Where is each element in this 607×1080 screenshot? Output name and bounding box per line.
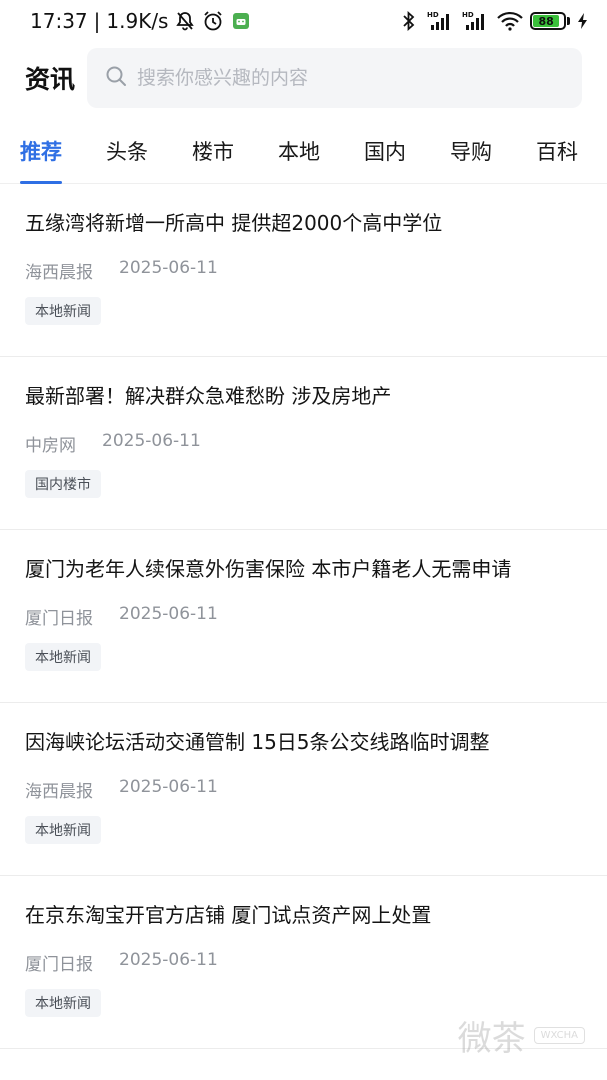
news-title: 因海峡论坛活动交通管制 15日5条公交线路临时调整 <box>25 730 490 754</box>
tab-encyclopedia[interactable]: 百科 <box>536 122 578 184</box>
news-list: 五缘湾将新增一所高中 提供超2000个高中学位 海西晨报 2025-06-11 … <box>0 184 607 1049</box>
tab-property[interactable]: 楼市 <box>192 122 234 184</box>
news-date: 2025-06-11 <box>119 604 218 624</box>
status-bar: 17:37 | 1.9K/s HD HD 88 <box>0 0 607 42</box>
news-title: 在京东淘宝开官方店铺 厦门试点资产网上处置 <box>25 903 432 927</box>
news-meta: 海西晨报 2025-06-11 <box>25 258 582 283</box>
bluetooth-icon <box>398 10 420 32</box>
watermark-text: 微茶 <box>457 1019 526 1059</box>
news-title: 五缘湾将新增一所高中 提供超2000个高中学位 <box>25 211 443 235</box>
news-item[interactable]: 五缘湾将新增一所高中 提供超2000个高中学位 海西晨报 2025-06-11 … <box>0 184 607 357</box>
news-meta: 海西晨报 2025-06-11 <box>25 777 582 802</box>
news-source: 厦门日报 <box>25 609 93 629</box>
category-tabs: 推荐 头条 楼市 本地 国内 导购 百科 <box>0 122 607 184</box>
news-tag: 本地新闻 <box>25 989 101 1017</box>
news-meta: 厦门日报 2025-06-11 <box>25 950 582 975</box>
battery-icon: 88 <box>530 12 570 30</box>
news-item[interactable]: 最新部署！解决群众急难愁盼 涉及房地产 中房网 2025-06-11 国内楼市 <box>0 357 607 530</box>
news-tag: 国内楼市 <box>25 470 101 498</box>
signal-hd-label-1: HD <box>427 11 439 19</box>
wifi-icon <box>497 10 523 32</box>
tab-shopping-guide[interactable]: 导购 <box>450 122 492 184</box>
signal-hd-label-2: HD <box>462 11 474 19</box>
battery-fill: 88 <box>533 14 560 28</box>
status-right: HD HD 88 <box>398 10 589 32</box>
news-title: 最新部署！解决群众急难愁盼 涉及房地产 <box>25 384 392 408</box>
signal-hd-icon: HD <box>462 10 490 32</box>
news-source: 中房网 <box>25 436 76 456</box>
news-title: 厦门为老年人续保意外伤害保险 本市户籍老人无需申请 <box>25 557 512 581</box>
search-box[interactable] <box>87 48 582 108</box>
watermark: 微茶 WXCHA <box>458 1011 585 1060</box>
android-app-icon <box>230 10 252 32</box>
tab-recommend[interactable]: 推荐 <box>20 122 62 184</box>
news-date: 2025-06-11 <box>119 777 218 797</box>
news-date: 2025-06-11 <box>119 258 218 278</box>
news-tag: 本地新闻 <box>25 643 101 671</box>
news-tag: 本地新闻 <box>25 816 101 844</box>
battery-body: 88 <box>530 12 566 30</box>
news-source: 海西晨报 <box>25 782 93 802</box>
tab-local[interactable]: 本地 <box>278 122 320 184</box>
alarm-icon <box>202 10 224 32</box>
news-meta: 中房网 2025-06-11 <box>25 431 582 456</box>
page-title: 资讯 <box>25 65 76 94</box>
news-meta: 厦门日报 2025-06-11 <box>25 604 582 629</box>
news-source: 海西晨报 <box>25 263 93 283</box>
status-time: 17:37 <box>30 9 88 33</box>
mute-bell-icon <box>174 10 196 32</box>
charging-icon <box>577 10 589 32</box>
status-left: 17:37 | 1.9K/s <box>30 9 252 33</box>
news-item[interactable]: 厦门为老年人续保意外伤害保险 本市户籍老人无需申请 厦门日报 2025-06-1… <box>0 530 607 703</box>
signal-hd-icon: HD <box>427 10 455 32</box>
battery-tip <box>567 17 570 25</box>
news-source: 厦门日报 <box>25 955 93 975</box>
news-tag: 本地新闻 <box>25 297 101 325</box>
news-date: 2025-06-11 <box>102 431 201 451</box>
network-speed: 1.9K/s <box>106 9 169 33</box>
search-input[interactable] <box>137 67 557 89</box>
header: 资讯 <box>0 48 607 108</box>
search-icon <box>105 65 127 91</box>
tab-headlines[interactable]: 头条 <box>106 122 148 184</box>
battery-level: 88 <box>538 14 554 28</box>
tab-domestic[interactable]: 国内 <box>364 122 406 184</box>
news-item[interactable]: 因海峡论坛活动交通管制 15日5条公交线路临时调整 海西晨报 2025-06-1… <box>0 703 607 876</box>
watermark-badge: WXCHA <box>533 1027 585 1044</box>
status-separator: | <box>93 9 101 33</box>
news-date: 2025-06-11 <box>119 950 218 970</box>
